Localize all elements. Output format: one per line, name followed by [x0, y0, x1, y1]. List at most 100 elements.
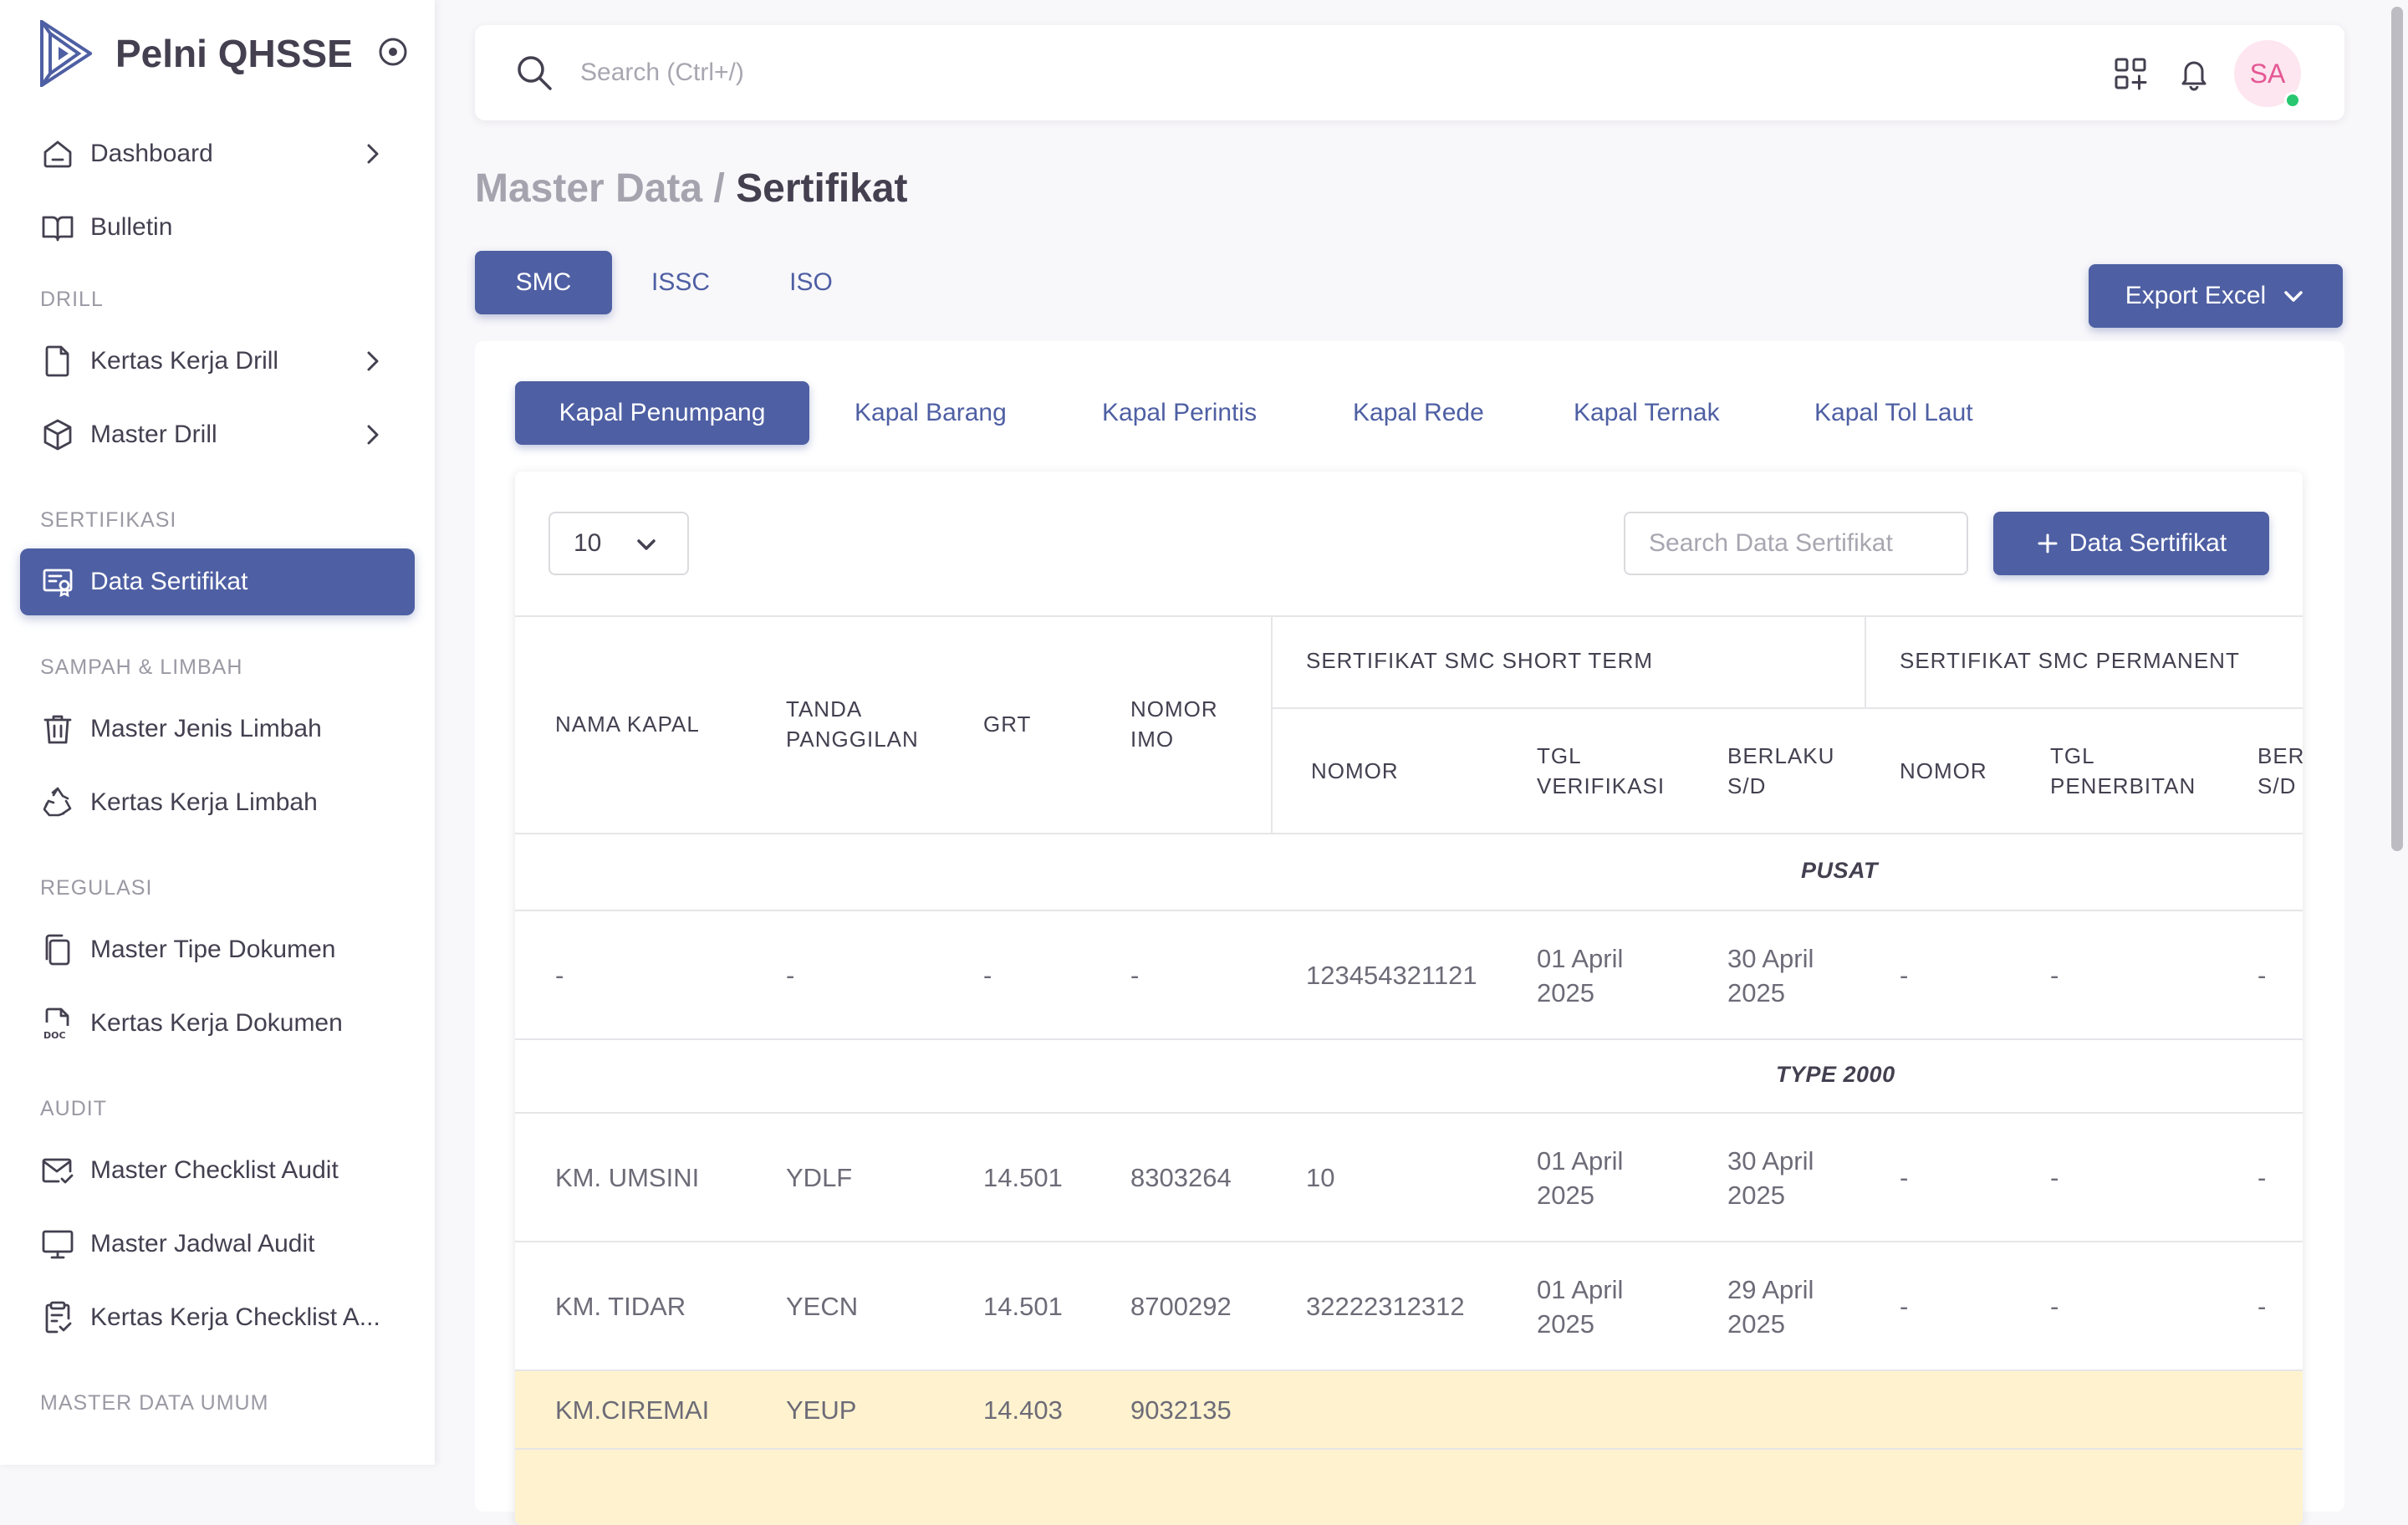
cell-p-berlaku: - — [2258, 1163, 2267, 1192]
table-row[interactable]: KM.CIREMAI YEUP 14.403 9032135 — [515, 1371, 2303, 1450]
sidebar-item-label: Kertas Kerja Limbah — [90, 788, 318, 816]
mail-check-icon — [42, 1158, 74, 1184]
cell-st-tgl: 01 April 2025 — [1537, 944, 1624, 1007]
chevron-down-icon — [637, 539, 656, 550]
sidebar-item-label: Kertas Kerja Checklist A... — [90, 1303, 380, 1331]
add-data-sertifikat-label: Data Sertifikat — [2069, 529, 2227, 557]
add-data-sertifikat-button[interactable]: Data Sertifikat — [1993, 512, 2269, 575]
apps-icon[interactable] — [2112, 55, 2149, 92]
cell-grt: 14.403 — [983, 1395, 1063, 1425]
tab-kapal-rede[interactable]: Kapal Rede — [1328, 381, 1509, 445]
th-st-tgl-verifikasi[interactable]: TGL VERIFIKASI — [1537, 741, 1679, 801]
cell-st-nomor: 32222312312 — [1306, 1292, 1465, 1321]
sidebar-item-label: Data Sertifikat — [90, 568, 248, 595]
page-size-select[interactable]: 10 — [548, 512, 689, 575]
th-p-nomor[interactable]: NOMOR — [1900, 756, 1987, 786]
cell-st-tgl: 01 April 2025 — [1537, 1275, 1624, 1339]
sidebar-item-label: Master Checklist Audit — [90, 1156, 339, 1184]
sidebar-section-audit: AUDIT — [40, 1097, 107, 1120]
table-row[interactable]: KM. TIDAR YECN 14.501 8700292 3222231231… — [515, 1242, 2303, 1371]
global-search-input[interactable] — [580, 48, 1584, 97]
sidebar-item-label: Bulletin — [90, 213, 173, 241]
cell-p-tgl: - — [2050, 961, 2059, 990]
th-nama-kapal[interactable]: NAMA KAPAL — [555, 709, 700, 739]
tab-kapal-penumpang[interactable]: Kapal Penumpang — [515, 381, 809, 445]
page-scrollbar-thumb[interactable] — [2391, 7, 2403, 851]
sidebar-item-data-sertifikat[interactable]: Data Sertifikat — [20, 548, 415, 615]
cell-st-berlaku: 29 April 2025 — [1727, 1275, 1814, 1339]
breadcrumb-current: Sertifikat — [736, 166, 908, 211]
th-st-berlaku[interactable]: BERLAKU S/D — [1727, 741, 1844, 801]
cell-nomor-imo: 8700292 — [1130, 1292, 1232, 1321]
sidebar-item-label: Kertas Kerja Drill — [90, 347, 279, 375]
copy-icon — [45, 934, 70, 966]
page-size-value: 10 — [574, 529, 602, 557]
sidebar-item-master-drill[interactable]: Master Drill — [20, 401, 415, 468]
cell-p-nomor: - — [1900, 1292, 1909, 1321]
sidebar-item-label: Master Jadwal Audit — [90, 1230, 315, 1257]
trash-icon — [43, 715, 72, 744]
tab-smc[interactable]: SMC — [475, 251, 612, 314]
table-header: NAMA KAPAL TANDA PANGGILAN GRT NOMOR IMO… — [515, 615, 2303, 834]
th-tanda-panggilan[interactable]: TANDA PANGGILAN — [786, 694, 936, 754]
cell-st-nomor: 10 — [1306, 1163, 1335, 1192]
tab-iso[interactable]: ISO — [754, 251, 868, 314]
sidebar-item-kertas-kerja-drill[interactable]: Kertas Kerja Drill — [20, 328, 415, 395]
sidebar-toggle-icon[interactable] — [376, 35, 410, 69]
group-row: TYPE 2000 — [515, 1040, 2303, 1114]
tab-kapal-perintis[interactable]: Kapal Perintis — [1077, 381, 1282, 445]
th-st-nomor[interactable]: NOMOR — [1311, 756, 1399, 786]
sidebar-item-kertas-kerja-limbah[interactable]: Kertas Kerja Limbah — [20, 769, 415, 836]
table-row[interactable]: KM. UMSINI YDLF 14.501 8303264 10 01 Apr… — [515, 1114, 2303, 1242]
tab-kapal-ternak[interactable]: Kapal Ternak — [1548, 381, 1745, 445]
cell-p-berlaku: - — [2258, 1292, 2267, 1321]
book-icon — [42, 216, 74, 242]
cell-nama-kapal: - — [555, 961, 564, 990]
table-row[interactable]: - - - - 123454321121 01 April 2025 30 Ap… — [515, 911, 2303, 1040]
sidebar-item-bulletin[interactable]: Bulletin — [20, 194, 415, 261]
tab-kapal-tol-laut[interactable]: Kapal Tol Laut — [1789, 381, 1998, 445]
sidebar-item-label: Master Jenis Limbah — [90, 715, 322, 742]
sidebar-item-label: Master Tipe Dokumen — [90, 936, 336, 963]
table-row[interactable] — [515, 1450, 2303, 1525]
th-p-berlaku[interactable]: BERLAKU S/D — [2258, 741, 2303, 801]
sidebar-item-kertas-kerja-checklist-a[interactable]: Kertas Kerja Checklist A... — [20, 1284, 415, 1351]
notification-bell-icon[interactable] — [2176, 55, 2212, 92]
sidebar-item-master-jadwal-audit[interactable]: Master Jadwal Audit — [20, 1211, 415, 1278]
brand-logo-icon — [40, 20, 92, 87]
recycle-icon — [43, 787, 72, 817]
cell-nomor-imo: 8303264 — [1130, 1163, 1232, 1192]
brand[interactable]: Pelni QHSSE — [40, 18, 416, 89]
breadcrumb-parent[interactable]: Master Data / — [475, 166, 725, 211]
cell-tanda-panggilan: YEUP — [786, 1395, 857, 1425]
sidebar-section-drill: DRILL — [40, 288, 104, 311]
cell-st-berlaku: 30 April 2025 — [1727, 944, 1814, 1007]
chevron-right-icon — [367, 425, 379, 445]
tab-issc[interactable]: ISSC — [624, 251, 737, 314]
online-status-dot — [2284, 92, 2301, 109]
sidebar-item-label: Dashboard — [90, 140, 213, 167]
cell-p-berlaku: - — [2258, 961, 2267, 990]
monitor-icon — [42, 1230, 74, 1259]
th-grt[interactable]: GRT — [983, 709, 1031, 739]
sidebar-item-master-jenis-limbah[interactable]: Master Jenis Limbah — [20, 696, 415, 762]
th-p-tgl-penerbitan[interactable]: TGL PENERBITAN — [2050, 741, 2217, 801]
th-nomor-imo[interactable]: NOMOR IMO — [1130, 694, 1222, 754]
cell-tanda-panggilan: YECN — [786, 1292, 859, 1321]
sidebar-item-master-tipe-dokumen[interactable]: Master Tipe Dokumen — [20, 916, 415, 983]
table-search-input[interactable] — [1624, 512, 1968, 575]
sidebar-item-dashboard[interactable]: Dashboard — [20, 120, 415, 187]
chevron-right-icon — [367, 351, 379, 371]
cell-nomor-imo: 9032135 — [1130, 1395, 1232, 1425]
export-excel-button[interactable]: Export Excel — [2089, 264, 2343, 328]
sidebar-section-sampah-limbah: SAMPAH & LIMBAH — [40, 655, 243, 679]
sidebar-item-kertas-kerja-dokumen[interactable]: DOC Kertas Kerja Dokumen — [20, 990, 415, 1057]
cell-tanda-panggilan: - — [786, 961, 795, 990]
search-icon — [518, 56, 552, 90]
cell-nama-kapal: KM. UMSINI — [555, 1163, 700, 1192]
sidebar-item-label: Master Drill — [90, 421, 217, 448]
group-label: PUSAT — [1801, 858, 1879, 883]
home-icon — [43, 140, 72, 168]
sidebar-item-master-checklist-audit[interactable]: Master Checklist Audit — [20, 1137, 415, 1204]
tab-kapal-barang[interactable]: Kapal Barang — [829, 381, 1032, 445]
